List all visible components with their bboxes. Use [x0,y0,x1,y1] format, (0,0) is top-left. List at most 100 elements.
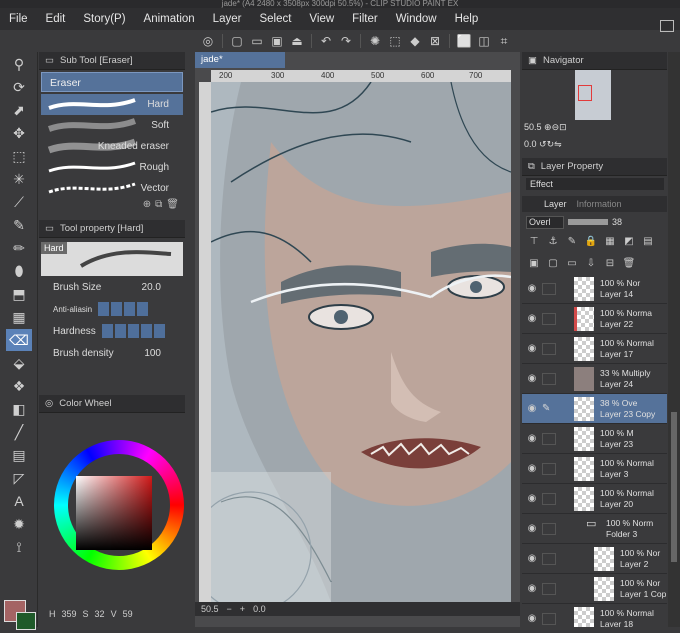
eye-icon[interactable]: ◉ [522,433,542,444]
redo-icon[interactable]: ↷ [337,33,355,49]
eyedropper-icon[interactable]: ⟋ [6,191,32,213]
menu-animation[interactable]: Animation [135,8,204,30]
eye-icon[interactable]: ◉ [522,463,542,474]
canvas-artwork[interactable] [211,82,511,602]
scrollbar-thumb[interactable] [671,412,677,562]
export-icon[interactable]: ⏏ [288,33,306,49]
layer-lock-box[interactable] [542,312,556,325]
layer-lock-box[interactable] [542,552,556,565]
fit-icon[interactable]: ⊡ [559,122,567,132]
ruler-tool-icon[interactable]: ◸ [6,467,32,489]
tab-information[interactable]: Information [577,199,622,209]
layer-lock-box[interactable] [542,372,556,385]
sub-tool-group-tab[interactable]: Eraser [41,72,183,92]
sub-color-swatch[interactable] [16,612,36,630]
menu-filter[interactable]: Filter [343,8,387,30]
tab-layer[interactable]: Layer [544,199,567,209]
eye-icon[interactable]: ◉ [522,373,542,384]
layer-row[interactable]: ◉ 33 % Multiply Layer 24 [522,364,667,394]
rotate-tool-icon[interactable]: ⟳ [6,76,32,98]
pen-tool-icon[interactable]: ✎ [6,214,32,236]
layer-lock-box[interactable] [542,432,556,445]
navigator-view-frame[interactable] [578,85,592,101]
move-tool-icon[interactable]: ✥ [6,122,32,144]
sub-tool-kneaded-eraser[interactable]: Kneaded eraser [41,136,183,157]
eye-icon[interactable]: ◉ [522,583,542,594]
restore-window-icon[interactable] [660,20,674,32]
zoom-in-icon[interactable]: ⊕ [544,122,552,132]
text-tool-icon[interactable]: A [6,490,32,512]
canvas-zoom-value[interactable]: 50.5 [201,604,219,614]
save-icon[interactable]: ▣ [268,33,286,49]
balloon-tool-icon[interactable]: ✹ [6,513,32,535]
menu-view[interactable]: View [300,8,343,30]
sub-tool-vector[interactable]: Vector [41,178,183,199]
layer-lock-box[interactable] [542,522,556,535]
eye-icon[interactable]: ◉ [522,553,542,564]
correct-line-icon[interactable]: ⟟ [6,536,32,558]
undo-icon[interactable]: ↶ [317,33,335,49]
layer-row[interactable]: ◉ 100 % M Layer 23 [522,424,667,454]
frame-border-icon[interactable]: ▤ [6,444,32,466]
draft-layer-icon[interactable]: ✎ [564,234,580,250]
sub-tool-soft[interactable]: Soft [41,115,183,136]
menu-help[interactable]: Help [446,8,488,30]
navigator-rotation[interactable]: 0.0 [524,139,537,149]
airbrush-icon[interactable]: ⬒ [6,283,32,305]
delete-sub-tool-icon[interactable]: 🗑 [166,199,179,215]
eye-icon[interactable]: ◉ [522,613,542,624]
clear-selection-icon[interactable]: ⊠ [426,33,444,49]
layer-row[interactable]: ◉ 100 % Nor Layer 14 [522,274,667,304]
open-folder-icon[interactable]: ▭ [248,33,266,49]
blend-mode-select[interactable]: Overl [526,215,564,229]
deselect-icon[interactable]: ⬜ [455,33,473,49]
folder-row[interactable]: ◉ ▭ 100 % Norm Folder 3 [522,514,667,544]
eye-icon[interactable]: ◉ [522,283,542,294]
layer-edit-pen-icon[interactable]: ✎ [542,403,556,415]
eye-icon[interactable]: ◉ [522,313,542,324]
opacity-slider[interactable] [568,219,608,225]
brush-density-row[interactable]: Brush density 100 [39,342,185,364]
brush-density-value[interactable]: 100 [144,348,161,359]
delete-layer-icon[interactable]: 🗑 [621,256,637,272]
fill-icon[interactable]: ◆ [406,33,424,49]
zoom-tool-icon[interactable]: ⚲ [6,53,32,75]
loading-icon[interactable]: ✺ [366,33,384,49]
layer-lock-box[interactable] [542,492,556,505]
hardness-row[interactable]: Hardness [39,320,185,342]
transfer-icon[interactable]: ⇩ [583,256,599,272]
s-value[interactable]: 32 [95,609,105,619]
brush-tool-icon[interactable]: ⬮ [6,260,32,282]
canvas-rotation-value[interactable]: 0.0 [253,604,266,614]
layer-row[interactable]: ◉ 100 % Nor Layer 1 Cop [522,574,667,604]
layer-row[interactable]: ◉ 100 % Normal Layer 20 [522,484,667,514]
menu-file[interactable]: File [0,8,37,30]
rotate-right-icon[interactable]: ↻ [547,139,555,149]
hardness-slider[interactable] [101,324,165,338]
navigator-zoom[interactable]: 50.5 [524,122,542,132]
eye-icon[interactable]: ◉ [522,493,542,504]
layer-row[interactable]: ◉ 100 % Normal Layer 18 [522,604,667,627]
layer-row[interactable]: ◉ 100 % Normal Layer 3 [522,454,667,484]
brush-size-row[interactable]: Brush Size 20.0 [39,276,185,298]
lock-transparency-icon[interactable]: ▦ [602,234,618,250]
merge-icon[interactable]: ⊟ [602,256,618,272]
eye-icon[interactable]: ◉ [522,343,542,354]
anti-alias-options[interactable] [98,302,149,316]
sub-tool-rough[interactable]: Rough [41,157,183,178]
menu-layer[interactable]: Layer [204,8,251,30]
anti-alias-row[interactable]: Anti-aliasin [39,298,185,320]
blend-tool-icon[interactable]: ⬙ [6,352,32,374]
fill-tool-icon[interactable]: ❖ [6,375,32,397]
zoom-out-icon[interactable]: ⊖ [552,122,560,132]
gradient-tool-icon[interactable]: ◧ [6,398,32,420]
invert-selection-icon[interactable]: ◫ [475,33,493,49]
menu-select[interactable]: Select [250,8,300,30]
layer-lock-box[interactable] [542,612,556,625]
layer-row[interactable]: ◉ 100 % Normal Layer 17 [522,334,667,364]
app-logo-icon[interactable]: ◎ [199,33,217,49]
menu-window[interactable]: Window [387,8,446,30]
eye-icon[interactable]: ◉ [522,523,542,534]
h-value[interactable]: 359 [62,609,77,619]
flip-icon[interactable]: ⇋ [554,139,562,149]
